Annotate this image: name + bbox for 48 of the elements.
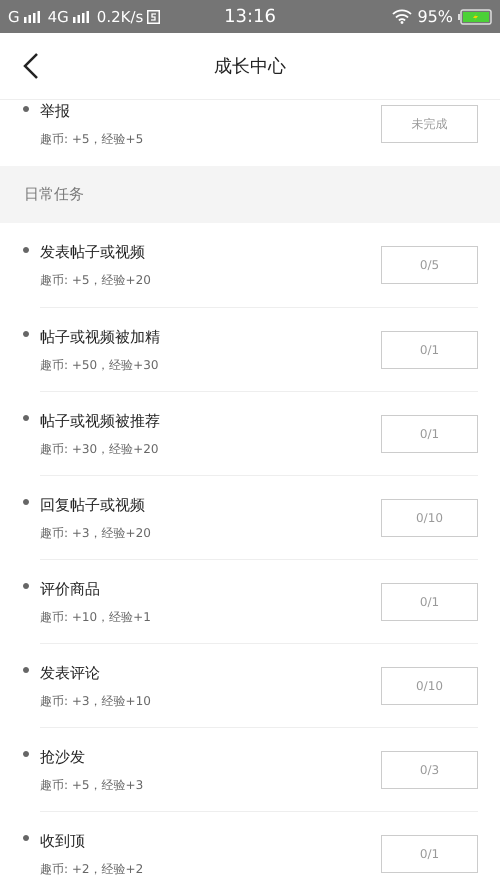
battery-percent: 95% <box>417 7 453 26</box>
task-reward: 趣币: +3，经验+20 <box>40 524 152 542</box>
task-reward: 趣币: +30，经验+20 <box>40 440 160 458</box>
task-reward: 趣币: +5，经验+20 <box>40 272 152 289</box>
network-label: 4G <box>48 8 69 26</box>
bullet-icon <box>23 106 29 112</box>
task-reward: 趣币: +3，经验+10 <box>40 692 152 710</box>
page-title: 成长中心 <box>214 55 286 78</box>
task-status-button[interactable]: 0/10 <box>381 666 478 704</box>
section-title: 日常任务 <box>24 185 84 204</box>
bullet-icon <box>23 415 29 421</box>
task-title: 帖子或视频被推荐 <box>40 412 161 430</box>
task-status-button[interactable]: 未完成 <box>381 105 478 143</box>
network-speed: 0.2K/s <box>96 8 144 26</box>
task-status-button[interactable]: 0/1 <box>381 834 478 872</box>
task-reward: 趣币: +10，经验+1 <box>40 608 152 626</box>
app-notification-icon <box>147 10 160 24</box>
task-title: 发表帖子或视频 <box>40 243 146 262</box>
bullet-icon <box>23 751 29 757</box>
task-title: 抢沙发 <box>40 748 86 766</box>
wifi-icon <box>392 9 412 24</box>
task-status-button[interactable]: 0/10 <box>381 498 478 536</box>
task-status-button[interactable]: 0/1 <box>381 582 478 620</box>
task-title: 收到顶 <box>40 832 86 850</box>
task-reward: 趣币: +5，经验+3 <box>40 776 144 794</box>
bullet-icon <box>23 499 29 505</box>
task-title: 举报 <box>40 102 71 121</box>
task-status-button[interactable]: 0/1 <box>381 330 478 368</box>
signal-icon <box>24 10 40 22</box>
task-title: 回复帖子或视频 <box>40 496 146 514</box>
task-status-button[interactable]: 0/1 <box>381 414 478 452</box>
task-title: 帖子或视频被加精 <box>40 328 161 346</box>
signal-icon <box>72 10 89 22</box>
task-reward: 趣币: +5，经验+5 <box>40 131 144 148</box>
task-reward: 趣币: +2，经验+2 <box>40 860 144 878</box>
task-reward: 趣币: +50，经验+30 <box>40 356 160 374</box>
battery-icon <box>458 8 492 24</box>
bullet-icon <box>23 331 29 337</box>
bullet-icon <box>23 835 29 841</box>
clock: 13:16 <box>224 6 276 27</box>
carrier-label: G <box>8 8 20 26</box>
bullet-icon <box>23 247 29 253</box>
bullet-icon <box>23 583 29 589</box>
task-title: 评价商品 <box>40 580 101 598</box>
task-title: 发表评论 <box>40 664 101 682</box>
task-status-button[interactable]: 0/5 <box>381 246 478 284</box>
bullet-icon <box>23 667 29 673</box>
task-status-button[interactable]: 0/3 <box>381 750 478 788</box>
